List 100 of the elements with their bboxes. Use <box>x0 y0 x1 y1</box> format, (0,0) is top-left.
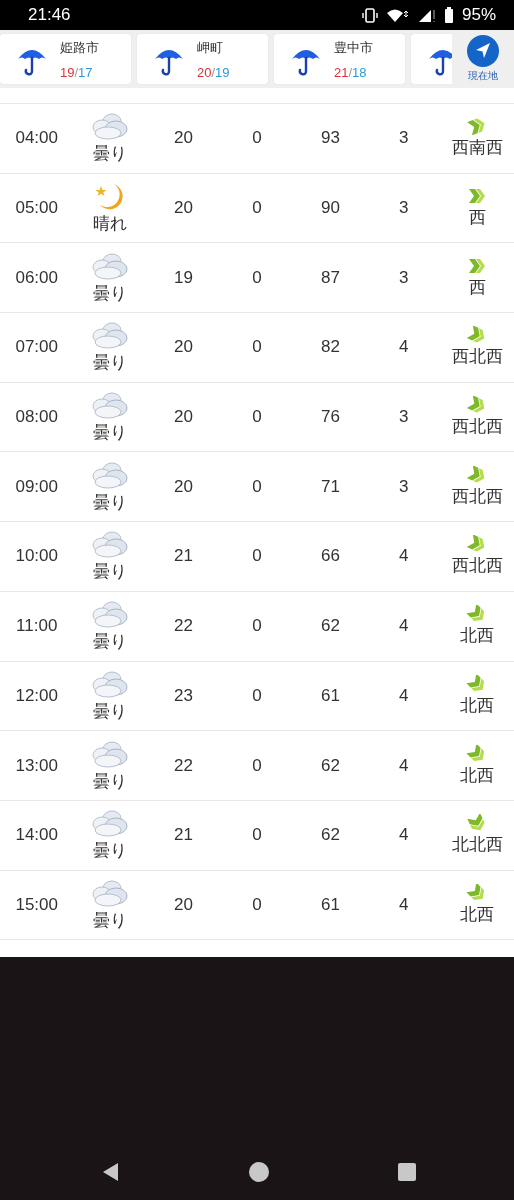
temperature-cell-text: 20 <box>173 407 194 428</box>
wind-direction-label: 西南西 <box>451 137 503 160</box>
temperature-cell-text: 21 <box>173 546 194 567</box>
precipitation-cell-text: 0 <box>251 616 263 637</box>
hour-cell-text: 12:00 <box>14 685 59 706</box>
clock-time: 21:46 <box>28 5 71 25</box>
hour-cell-text: 14:00 <box>14 825 59 846</box>
temperature-cell-text: 19 <box>173 267 194 288</box>
temperature-cell-text: 22 <box>173 755 194 776</box>
hour-cell-text: 08:00 <box>14 407 59 428</box>
weather-label: 曇り <box>93 422 128 445</box>
precipitation-cell-text: 0 <box>251 407 263 428</box>
home-icon <box>248 1162 269 1182</box>
wind-direction-label: 西北西 <box>451 485 503 508</box>
wind-direction-label: 北北西 <box>451 834 503 857</box>
wind-direction-label: 西北西 <box>451 346 503 369</box>
wind-direction-label: 西北西 <box>451 416 503 439</box>
temperature-cell-text: 22 <box>173 616 194 637</box>
humidity-cell-text: 93 <box>319 128 341 149</box>
temperature-range: 19/17 <box>60 64 94 80</box>
weather-label: 曇り <box>93 631 128 654</box>
humidity-cell-text: 62 <box>319 616 341 637</box>
wind-speed-cell-text: 4 <box>398 546 410 567</box>
wind-direction-label: 西 <box>468 207 486 230</box>
location-card[interactable]: 岬町 20/19 <box>137 34 268 84</box>
hour-cell-text: 07:00 <box>14 337 59 358</box>
precipitation-cell-text: 0 <box>251 546 263 567</box>
humidity-cell-text: 90 <box>319 198 341 219</box>
temperature-range: 21/18 <box>334 64 368 80</box>
precipitation-cell-text: 0 <box>251 337 263 358</box>
hour-cell-text: 06:00 <box>14 267 59 288</box>
battery-icon <box>443 7 454 23</box>
humidity-cell-text: 62 <box>319 825 341 846</box>
humidity-cell-text: 61 <box>319 685 341 706</box>
weather-label: 曇り <box>93 909 128 932</box>
hour-cell-text: 04:00 <box>14 128 59 149</box>
weather-label: 曇り <box>93 770 128 793</box>
weather-label: 曇り <box>93 143 128 166</box>
wind-speed-cell-text: 4 <box>398 825 410 846</box>
overview-button[interactable] <box>396 1162 417 1182</box>
humidity-cell-text: 66 <box>319 546 341 567</box>
hour-cell-text: 09:00 <box>14 476 59 497</box>
hour-cell-text: 13:00 <box>14 755 59 776</box>
weather-label: 曇り <box>93 282 128 305</box>
precipitation-cell-text: 0 <box>251 267 263 288</box>
humidity-cell-text: 71 <box>319 476 341 497</box>
home-button[interactable] <box>248 1162 269 1182</box>
hour-cell-text: 10:00 <box>14 546 59 567</box>
wind-direction-label: 北西 <box>460 694 495 717</box>
city-name: 岬町 <box>197 38 224 57</box>
temperature-cell-text: 20 <box>173 894 194 915</box>
temperature-cell-text: 20 <box>173 337 194 358</box>
city-name: 豊中市 <box>334 38 373 57</box>
wind-direction-label: 西北西 <box>451 555 503 578</box>
battery-percentage: 95% <box>461 5 496 25</box>
location-card[interactable]: 姫路市 19/17 <box>0 34 131 84</box>
humidity-cell-text: 62 <box>319 755 341 776</box>
weather-label: 曇り <box>93 352 128 375</box>
precipitation-cell-text: 0 <box>251 825 263 846</box>
overview-icon <box>396 1162 417 1182</box>
weather-label: 曇り <box>93 491 128 514</box>
city-name: 姫路市 <box>60 38 99 57</box>
precipitation-cell-text: 0 <box>251 476 263 497</box>
precipitation-cell-text: 0 <box>251 685 263 706</box>
wind-speed-cell-text: 3 <box>398 407 410 428</box>
precipitation-cell-text: 0 <box>251 755 263 776</box>
wind-direction-label: 西 <box>468 276 486 299</box>
wind-speed-cell-text: 4 <box>398 685 410 706</box>
wind-direction-label: 北西 <box>460 625 495 648</box>
humidity-cell-text: 61 <box>319 894 341 915</box>
temperature-cell-text: 20 <box>173 198 194 219</box>
wind-speed-cell-text: 4 <box>398 337 410 358</box>
hour-cell-text: 11:00 <box>15 616 59 637</box>
humidity-cell-text: 76 <box>319 407 341 428</box>
weather-label: 曇り <box>93 700 128 723</box>
weather-label: 曇り <box>93 840 128 863</box>
wind-speed-cell-text: 4 <box>398 755 410 776</box>
temperature-cell-text: 21 <box>173 825 194 846</box>
precipitation-cell-text: 0 <box>251 128 263 149</box>
humidity-cell-text: 87 <box>319 267 341 288</box>
location-card[interactable]: 豊中市 21/18 <box>274 34 405 84</box>
weather-label: 晴れ <box>93 213 128 236</box>
hour-cell-text: 15:00 <box>14 894 59 915</box>
precipitation-cell-text: 0 <box>251 894 263 915</box>
wind-speed-cell-text: 4 <box>398 894 410 915</box>
temperature-range: 20/19 <box>197 64 230 80</box>
temperature-cell-text: 20 <box>173 476 194 497</box>
vibrate-icon <box>361 7 378 23</box>
temperature-cell-text: 23 <box>173 685 194 706</box>
wind-speed-cell-text: 3 <box>398 198 410 219</box>
wind-speed-cell-text: 3 <box>398 267 410 288</box>
wind-speed-cell-text: 3 <box>398 476 410 497</box>
wind-direction-label: 北西 <box>460 903 495 926</box>
temperature-cell-text: 20 <box>173 128 194 149</box>
wind-direction-label: 北西 <box>460 764 495 787</box>
wind-speed-cell-text: 3 <box>398 128 410 149</box>
wifi-icon <box>385 7 409 23</box>
weather-label: 曇り <box>93 561 128 584</box>
hour-cell-text: 05:00 <box>14 198 59 219</box>
humidity-cell-text: 82 <box>319 337 341 358</box>
